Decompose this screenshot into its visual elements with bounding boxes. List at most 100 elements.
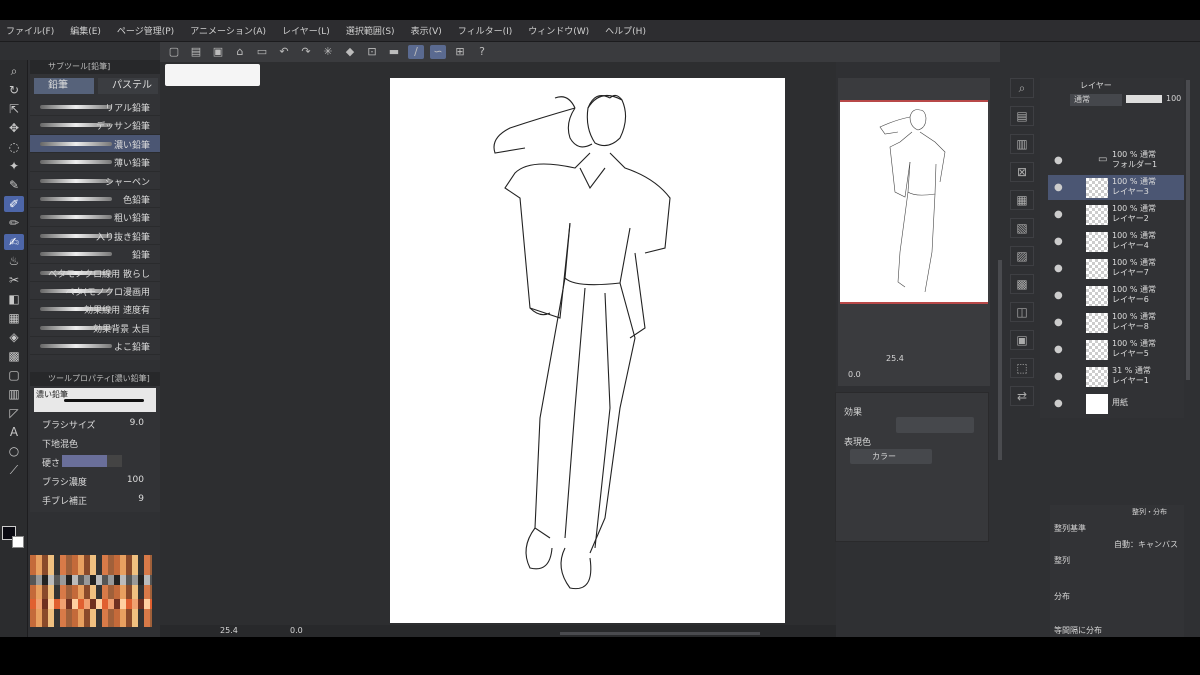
text-tool-icon[interactable]: A <box>4 424 24 440</box>
eye-icon[interactable]: ● <box>1054 317 1063 328</box>
layer-row[interactable]: ● 100 % 通常 レイヤー8 <box>1048 310 1184 335</box>
brush-item[interactable]: よこ鉛筆 <box>30 337 160 356</box>
hardness-row[interactable]: 硬さ <box>30 452 160 471</box>
rotate-tool-icon[interactable]: ↻ <box>4 82 24 98</box>
brush-size-row[interactable]: ブラシサイズ 9.0 <box>30 414 160 433</box>
ruler-tool-icon[interactable]: ◸ <box>4 405 24 421</box>
line-fix-tool-icon[interactable]: ⟋ <box>4 462 24 478</box>
layer-row[interactable]: ● 100 % 通常 レイヤー4 <box>1048 229 1184 254</box>
eye-icon[interactable]: ● <box>1054 209 1063 220</box>
eye-icon[interactable]: ● <box>1054 155 1063 166</box>
brush-item[interactable]: 効果線用 速度有 <box>30 300 160 319</box>
open-file-icon[interactable]: ▤ <box>188 45 204 59</box>
sub-color-swatch[interactable] <box>12 536 24 548</box>
frame-tool-icon[interactable]: ▥ <box>4 386 24 402</box>
color-set-palette[interactable] <box>30 555 152 627</box>
layer-folder-row[interactable]: ● ▭ 100 % 通常 フォルダー1 <box>1048 148 1184 173</box>
expression-color-select[interactable]: カラー <box>850 449 932 464</box>
layer-row[interactable]: ● 100 % 通常 レイヤー2 <box>1048 202 1184 227</box>
panel-button-icon[interactable]: ◫ <box>1010 302 1034 322</box>
loading-icon[interactable]: ✳ <box>320 45 336 59</box>
eye-icon[interactable]: ● <box>1054 182 1063 193</box>
layer-row[interactable]: ● 100 % 通常 レイヤー3 <box>1048 175 1184 200</box>
new-file-icon[interactable]: ▢ <box>166 45 182 59</box>
panel-button-icon[interactable]: ▤ <box>1010 106 1034 126</box>
fill-icon[interactable]: ◆ <box>342 45 358 59</box>
eye-icon[interactable]: ● <box>1054 371 1063 382</box>
blend-tool-icon[interactable]: ▦ <box>4 310 24 326</box>
navigator-preview[interactable] <box>840 100 988 304</box>
brush-item[interactable]: 薄い鉛筆 <box>30 153 160 172</box>
menu-file[interactable]: ファイル(F) <box>6 24 54 37</box>
decoration-tool-icon[interactable]: ✂ <box>4 272 24 288</box>
brush-item[interactable]: 色鉛筆 <box>30 190 160 209</box>
help-icon[interactable]: ? <box>474 45 490 59</box>
lasso-tool-icon[interactable]: ◌ <box>4 139 24 155</box>
drawing-canvas[interactable] <box>390 78 785 623</box>
effect-buttons[interactable] <box>896 417 974 433</box>
layer-row[interactable]: ● 100 % 通常 レイヤー7 <box>1048 256 1184 281</box>
stabilization-row[interactable]: 手ブレ補正 9 <box>30 490 160 509</box>
redo-icon[interactable]: ↷ <box>298 45 314 59</box>
align-tab-title[interactable]: 整列・分布 <box>1132 507 1167 517</box>
brush-item[interactable]: デッサン鉛筆 <box>30 116 160 135</box>
panel-button-icon[interactable]: ▣ <box>1010 330 1034 350</box>
eye-icon[interactable]: ● <box>1054 263 1063 274</box>
underlay-row[interactable]: 下地混色 <box>30 433 160 452</box>
gradient-tool-icon[interactable]: ▩ <box>4 348 24 364</box>
menu-help[interactable]: ヘルプ(H) <box>605 24 646 37</box>
pen-tool-icon[interactable]: ✐ <box>4 196 24 212</box>
panel-button-icon[interactable]: ▨ <box>1010 246 1034 266</box>
magic-wand-icon[interactable]: ✦ <box>4 158 24 174</box>
eye-icon[interactable]: ● <box>1054 290 1063 301</box>
brush-item[interactable]: シャーペン <box>30 172 160 190</box>
brush-item[interactable]: 粗い鉛筆 <box>30 208 160 227</box>
panel-button-icon[interactable]: ⊠ <box>1010 162 1034 182</box>
save-icon[interactable]: ▣ <box>210 45 226 59</box>
brush-item[interactable]: 鉛筆 <box>30 245 160 264</box>
brush-density-row[interactable]: ブラシ濃度 100 <box>30 471 160 490</box>
snap-icon[interactable]: ⊞ <box>452 45 468 59</box>
panel-button-icon[interactable]: ▧ <box>1010 218 1034 238</box>
search-icon[interactable]: ⌕ <box>1010 78 1034 98</box>
stabilize-icon[interactable]: ∽ <box>430 45 446 59</box>
airbrush-icon[interactable]: ♨ <box>4 253 24 269</box>
paper-layer-row[interactable]: ● 用紙 <box>1048 391 1184 416</box>
menu-filter[interactable]: フィルター(I) <box>458 24 513 37</box>
panel-button-icon[interactable]: ⬚ <box>1010 358 1034 378</box>
menu-selection[interactable]: 選択範囲(S) <box>346 24 395 37</box>
canvas-scrollbar-horizontal[interactable] <box>560 632 760 635</box>
layer-row[interactable]: ● 31 % 通常 レイヤー1 <box>1048 364 1184 389</box>
pencil-tool-icon[interactable]: ✏ <box>4 215 24 231</box>
menu-animation[interactable]: アニメーション(A) <box>190 24 266 37</box>
menu-edit[interactable]: 編集(E) <box>70 24 101 37</box>
tab-pastel[interactable]: パステル <box>98 78 158 94</box>
pen-pressure-icon[interactable]: ∕ <box>408 45 424 59</box>
undo-icon[interactable]: ↶ <box>276 45 292 59</box>
panel-button-icon[interactable]: ▥ <box>1010 134 1034 154</box>
fill-tool-icon[interactable]: ◈ <box>4 329 24 345</box>
brush-item[interactable]: 効果背景 太目 <box>30 319 160 338</box>
brush-item[interactable]: ベタモノクロ線用 散らし <box>30 264 160 282</box>
panel-button-icon[interactable]: ▩ <box>1010 274 1034 294</box>
brush-item[interactable]: リアル鉛筆 <box>30 98 160 117</box>
menu-layer[interactable]: レイヤー(L) <box>282 24 330 37</box>
balloon-tool-icon[interactable]: ○ <box>4 443 24 459</box>
panel-button-icon[interactable]: ▦ <box>1010 190 1034 210</box>
figure-tool-icon[interactable]: ▢ <box>4 367 24 383</box>
layer-row[interactable]: ● 100 % 通常 レイヤー5 <box>1048 337 1184 362</box>
canvas-scrollbar-vertical[interactable] <box>998 260 1002 460</box>
transform-icon[interactable]: ⊡ <box>364 45 380 59</box>
layer-scrollbar[interactable] <box>1186 80 1190 380</box>
eye-icon[interactable]: ● <box>1054 398 1063 409</box>
brush-item[interactable]: ベタ(モノクロ漫画用 <box>30 282 160 301</box>
eyedropper-icon[interactable]: ✎ <box>4 177 24 193</box>
auto-canvas-label[interactable]: 自動：キャンバス <box>1114 539 1178 550</box>
blend-mode-select[interactable]: 通常 <box>1070 94 1122 106</box>
move-tool-icon[interactable]: ✥ <box>4 120 24 136</box>
layer-row[interactable]: ● 100 % 通常 レイヤー6 <box>1048 283 1184 308</box>
panel-button-icon[interactable]: ⇄ <box>1010 386 1034 406</box>
menu-window[interactable]: ウィンドウ(W) <box>528 24 589 37</box>
brush-tool-icon[interactable]: ✍ <box>4 234 24 250</box>
zoom-tool-icon[interactable]: ⌕ <box>4 63 24 79</box>
